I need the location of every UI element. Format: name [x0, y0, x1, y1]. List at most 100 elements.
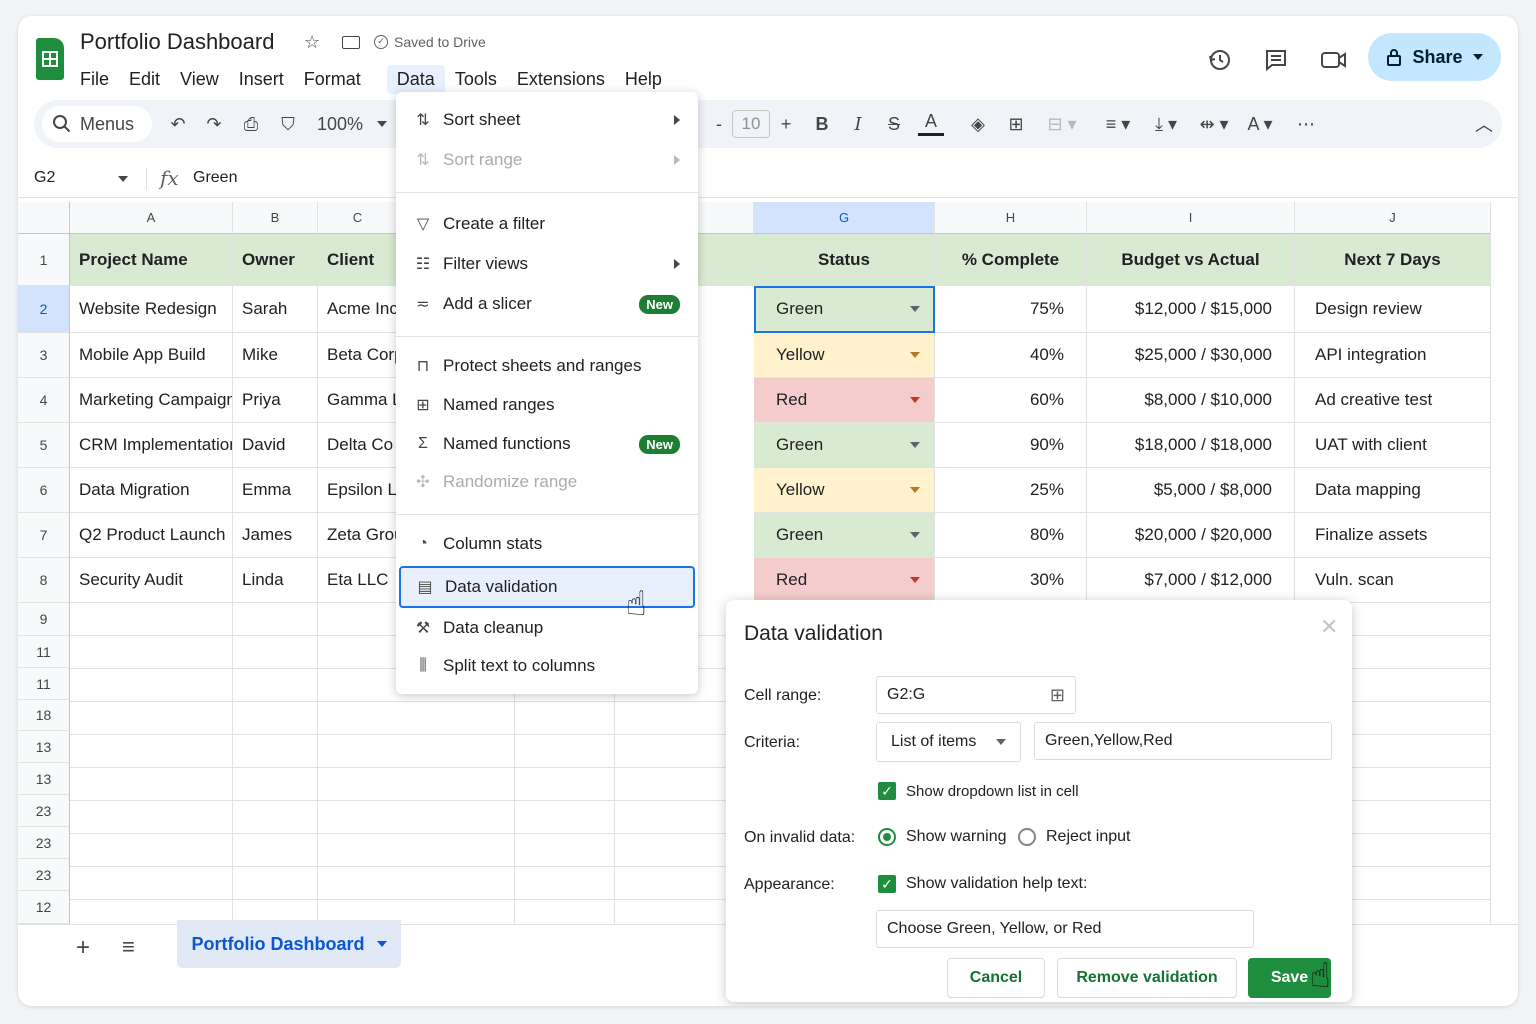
text-wrap-icon[interactable]: ⇹ ▾: [1194, 110, 1234, 138]
status-dropdown[interactable]: Yellow: [754, 333, 935, 378]
font-size-input[interactable]: 10: [732, 110, 770, 138]
borders-icon[interactable]: ⊞: [1004, 110, 1028, 138]
align-icon[interactable]: ≡ ▾: [1098, 110, 1138, 138]
row-header[interactable]: 7: [18, 513, 70, 558]
cell-project[interactable]: CRM Implementation: [70, 423, 233, 468]
column-header-j[interactable]: J: [1295, 202, 1491, 234]
row-header[interactable]: 3: [18, 333, 70, 378]
menu-item-split-text[interactable]: ⫼ Split text to columns: [396, 648, 698, 684]
cell-complete[interactable]: 25%: [935, 468, 1087, 513]
more-icon[interactable]: ⋯: [1294, 110, 1318, 138]
menu-format[interactable]: Format: [294, 65, 371, 94]
menu-data[interactable]: Data: [386, 64, 445, 94]
status-dropdown[interactable]: Red: [754, 378, 935, 423]
select-all-corner[interactable]: [18, 202, 70, 234]
vertical-scrollbar[interactable]: [1490, 202, 1518, 924]
menu-extensions[interactable]: Extensions: [507, 65, 615, 94]
cell-next[interactable]: Ad creative test: [1295, 378, 1491, 423]
cell-project[interactable]: Website Redesign: [70, 286, 233, 333]
cell-client[interactable]: Acme Inc.: [318, 286, 398, 333]
header-client[interactable]: Client: [318, 234, 398, 286]
cell-client[interactable]: Eta LLC: [318, 558, 398, 603]
cell-complete[interactable]: 30%: [935, 558, 1087, 603]
cell-budget[interactable]: $12,000 / $15,000: [1087, 286, 1295, 333]
header-owner[interactable]: Owner: [233, 234, 318, 286]
sheet-tab[interactable]: Portfolio Dashboard: [177, 920, 401, 968]
row-header[interactable]: 23: [18, 827, 70, 859]
strikethrough-icon[interactable]: S: [882, 110, 906, 138]
folder-icon[interactable]: [342, 36, 360, 49]
menu-item-column-stats[interactable]: ◔ Column stats: [396, 526, 698, 562]
cell-complete[interactable]: 60%: [935, 378, 1087, 423]
menu-item-data-validation[interactable]: ▤ Data validation: [399, 566, 695, 608]
row-header[interactable]: 11: [18, 636, 70, 668]
row-header[interactable]: 4: [18, 378, 70, 423]
menu-item-create-filter[interactable]: ▽ Create a filter: [396, 206, 698, 242]
paint-format-icon[interactable]: ⛉: [276, 110, 300, 138]
row-header[interactable]: 8: [18, 558, 70, 603]
cell-owner[interactable]: Priya: [233, 378, 318, 423]
cell-budget[interactable]: $25,000 / $30,000: [1087, 333, 1295, 378]
row-header[interactable]: 23: [18, 795, 70, 827]
column-header-h[interactable]: H: [935, 202, 1087, 234]
grid-select-icon[interactable]: ⊞: [1050, 685, 1065, 706]
show-warning-radio[interactable]: Show warning: [878, 828, 1007, 846]
menu-item-named-functions[interactable]: Σ Named functions New: [396, 426, 698, 462]
menu-item-randomize[interactable]: ✣ Randomize range: [396, 464, 698, 500]
cell-client[interactable]: Epsilon Lt: [318, 468, 398, 513]
cell-next[interactable]: Finalize assets: [1295, 513, 1491, 558]
cancel-button[interactable]: Cancel: [947, 958, 1045, 998]
increase-font-icon[interactable]: +: [776, 110, 796, 138]
radio-selected-icon[interactable]: [878, 828, 896, 846]
menu-view[interactable]: View: [170, 65, 229, 94]
text-color-icon[interactable]: A: [918, 110, 944, 136]
cell-project[interactable]: Q2 Product Launch: [70, 513, 233, 558]
criteria-select[interactable]: List of items: [876, 722, 1021, 762]
bold-icon[interactable]: B: [810, 110, 834, 138]
cell-budget[interactable]: $20,000 / $20,000: [1087, 513, 1295, 558]
header-project[interactable]: Project Name: [70, 234, 233, 286]
row-header[interactable]: 11: [18, 668, 70, 700]
menu-item-sort-range[interactable]: ⇅ Sort range: [396, 142, 698, 178]
cell-owner[interactable]: David: [233, 423, 318, 468]
meet-icon[interactable]: [1318, 44, 1350, 76]
status-dropdown[interactable]: Red: [754, 558, 935, 603]
cell-client[interactable]: Beta Corp: [318, 333, 398, 378]
cell-budget[interactable]: $18,000 / $18,000: [1087, 423, 1295, 468]
cell-budget[interactable]: $8,000 / $10,000: [1087, 378, 1295, 423]
formula-input[interactable]: Green: [193, 169, 237, 187]
row-header[interactable]: 2: [18, 286, 70, 333]
menu-item-protect[interactable]: ⊓ Protect sheets and ranges: [396, 348, 698, 384]
all-sheets-icon[interactable]: ≡: [122, 934, 135, 960]
text-rotation-icon[interactable]: A ▾: [1240, 110, 1280, 138]
row-header[interactable]: 13: [18, 763, 70, 795]
chevron-down-icon[interactable]: [118, 176, 128, 182]
name-box[interactable]: G2: [34, 169, 55, 187]
reject-input-radio[interactable]: Reject input: [1018, 828, 1131, 846]
italic-icon[interactable]: I: [846, 110, 870, 138]
comments-icon[interactable]: [1260, 44, 1292, 76]
cell-range-input[interactable]: G2:G ⊞: [876, 676, 1076, 714]
status-dropdown[interactable]: Green: [754, 513, 935, 558]
row-header[interactable]: 6: [18, 468, 70, 513]
show-help-option[interactable]: ✓ Show validation help text:: [878, 875, 1087, 893]
header-complete[interactable]: % Complete: [935, 234, 1087, 286]
menu-item-sort-sheet[interactable]: ⇅ Sort sheet: [396, 102, 698, 138]
row-header[interactable]: 13: [18, 731, 70, 763]
status-dropdown[interactable]: Green: [754, 286, 935, 333]
header-next[interactable]: Next 7 Days: [1295, 234, 1491, 286]
checkbox-checked-icon[interactable]: ✓: [878, 782, 896, 800]
cell-next[interactable]: Design review: [1295, 286, 1491, 333]
row-header[interactable]: 9: [18, 603, 70, 636]
collapse-toolbar-icon[interactable]: ︿: [1474, 110, 1494, 138]
cell-owner[interactable]: Sarah: [233, 286, 318, 333]
cell-owner[interactable]: Emma: [233, 468, 318, 513]
cell-owner[interactable]: James: [233, 513, 318, 558]
undo-icon[interactable]: ↶: [166, 110, 190, 138]
share-button[interactable]: Share: [1368, 33, 1501, 81]
cell-project[interactable]: Mobile App Build: [70, 333, 233, 378]
criteria-items-input[interactable]: Green,Yellow,Red: [1034, 722, 1332, 760]
help-text-input[interactable]: Choose Green, Yellow, or Red: [876, 910, 1254, 948]
fill-color-icon[interactable]: ◈: [966, 110, 990, 138]
row-header[interactable]: 1: [18, 234, 70, 286]
